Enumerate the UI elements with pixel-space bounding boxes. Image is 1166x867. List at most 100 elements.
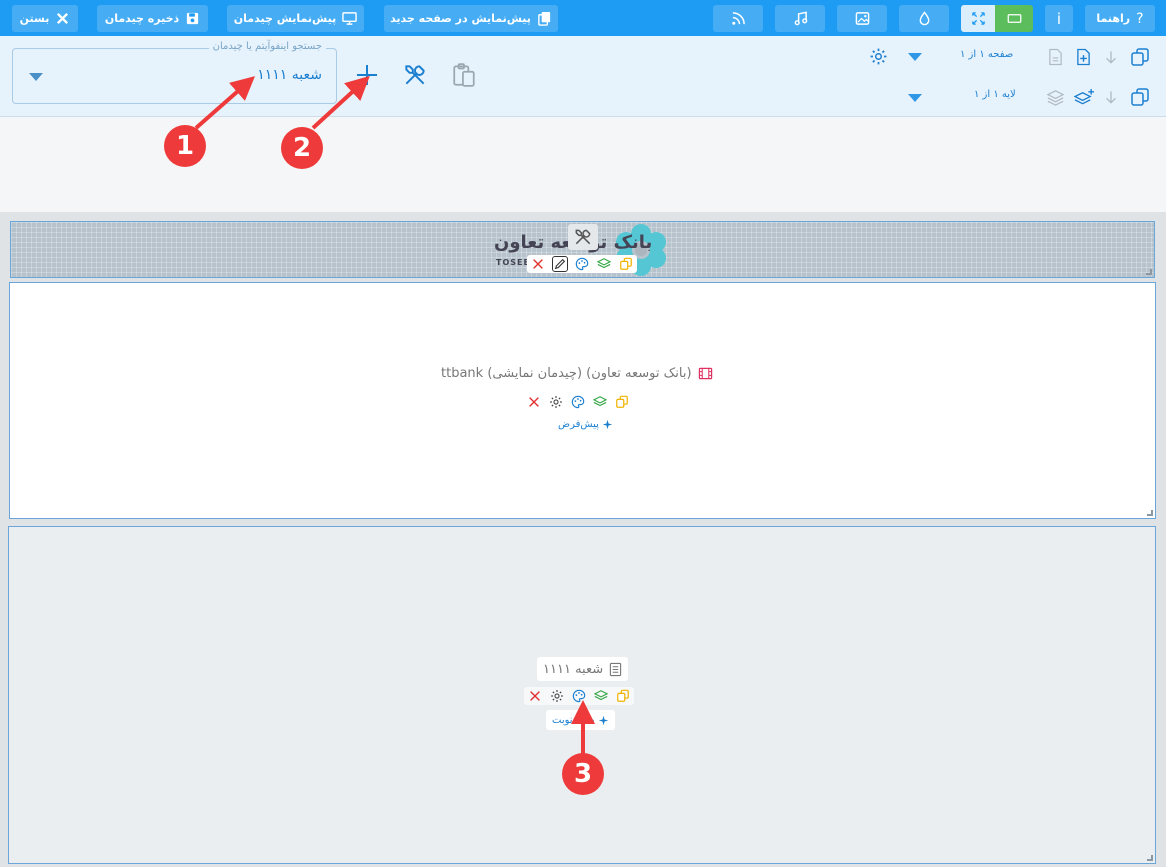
footer-item[interactable]: شعبه ۱۱۱۱ [537, 657, 629, 681]
footer-preset-label: صف نوبت [552, 714, 595, 726]
content-item-label: ttbank (چیدمان نمایشی) (بانک توسعه تعاون… [441, 366, 692, 381]
info-button[interactable]: i [1045, 5, 1073, 32]
sparkle-icon [602, 419, 613, 430]
layers-button[interactable] [593, 688, 609, 704]
preview-new-page-button[interactable]: پیش‌نمایش در صفحه جدید [384, 5, 558, 32]
footer-item-toolbar [524, 687, 634, 705]
sparkle-icon [598, 715, 608, 725]
delete-button[interactable] [527, 688, 543, 704]
copy-icon [1131, 88, 1149, 106]
add-page-icon [1076, 48, 1090, 66]
page-dropdown-caret-icon[interactable] [908, 53, 922, 61]
delete-button[interactable] [530, 256, 546, 272]
layers-icon [593, 396, 607, 407]
fullscreen-toggle[interactable] [961, 5, 995, 32]
close-icon [57, 12, 69, 25]
tools-button[interactable] [401, 61, 429, 89]
add-page-button[interactable] [1074, 47, 1092, 67]
rss-button[interactable] [713, 5, 763, 32]
color-drop-button[interactable] [899, 5, 949, 32]
footer-preset-badge[interactable]: صف نوبت [546, 710, 615, 730]
copy-layer-button[interactable] [1129, 86, 1151, 108]
settings-button[interactable] [548, 394, 564, 410]
style-button[interactable] [574, 256, 590, 272]
page-icon [1048, 48, 1062, 66]
header-item-toolbar [527, 255, 637, 273]
rss-icon [731, 12, 745, 25]
header-tools-button[interactable] [568, 224, 598, 250]
question-icon: ? [1136, 10, 1144, 27]
search-infoitem-field[interactable]: جستجو اینفوآیتم یا چیدمان شعبه ۱۱۱۱ [12, 41, 337, 104]
style-button[interactable] [570, 394, 586, 410]
layers-button[interactable] [1045, 87, 1065, 107]
wrench-screwdriver-icon [405, 65, 425, 85]
expand-icon [971, 12, 985, 25]
layers-icon [1046, 89, 1064, 106]
clipboard-icon [453, 63, 475, 87]
plus-icon [357, 65, 377, 85]
screen-size-toggle[interactable] [995, 5, 1033, 32]
delete-button[interactable] [526, 394, 542, 410]
copy-icon [616, 395, 628, 408]
close-icon [529, 397, 539, 407]
add-layer-button[interactable] [1073, 87, 1095, 107]
resize-handle[interactable] [1146, 269, 1152, 275]
annotation-badge-2: 2 [281, 127, 323, 169]
preview-new-page-label: پیش‌نمایش در صفحه جدید [390, 12, 531, 25]
gear-icon [551, 690, 563, 702]
preview-layout-label: پیش‌نمایش چیدمان [233, 12, 337, 25]
dropdown-caret-icon[interactable] [29, 73, 43, 81]
copy-button[interactable] [614, 394, 630, 410]
save-layout-label: ذخیره چیدمان [104, 12, 180, 25]
paste-button[interactable] [450, 61, 478, 89]
blank-page-button[interactable] [1046, 47, 1064, 67]
gear-icon [550, 396, 562, 408]
close-button[interactable]: بستن [12, 5, 78, 32]
move-layer-down-button[interactable] [1102, 87, 1120, 107]
arrow-down-icon [1106, 90, 1116, 104]
pencil-icon [554, 258, 566, 270]
move-page-down-button[interactable] [1102, 47, 1120, 67]
settings-button[interactable] [549, 688, 565, 704]
film-icon [698, 367, 712, 380]
music-note-icon [794, 11, 807, 26]
palette-icon [571, 395, 585, 409]
save-layout-button[interactable]: ذخیره چیدمان [97, 5, 208, 32]
copy-icon [1131, 48, 1149, 66]
edit-button[interactable] [552, 256, 568, 272]
water-drop-icon [919, 11, 929, 26]
copy-button[interactable] [618, 256, 634, 272]
close-label: بستن [19, 12, 50, 25]
layers-button[interactable] [596, 256, 612, 272]
layers-button[interactable] [592, 394, 608, 410]
content-preset-label: پیش‌فرض [558, 419, 599, 430]
preview-layout-button[interactable]: پیش‌نمایش چیدمان [227, 5, 364, 32]
content-item[interactable]: ttbank (چیدمان نمایشی) (بانک توسعه تعاون… [441, 366, 713, 381]
copy-button[interactable] [615, 688, 631, 704]
style-button[interactable] [571, 688, 587, 704]
image-icon [855, 12, 869, 25]
image-button[interactable] [837, 5, 887, 32]
footer-item-label: شعبه ۱۱۱۱ [543, 661, 604, 677]
gear-icon [870, 48, 886, 64]
layers-icon [594, 690, 608, 701]
arrow-down-icon [1106, 50, 1116, 64]
content-item-toolbar [526, 394, 630, 410]
layer-indicator: لایه ۱ از ۱ [974, 89, 1016, 100]
top-toolbar: بستن ذخیره چیدمان پیش‌نمایش چیدمان پیش‌ن… [0, 0, 1166, 36]
music-button[interactable] [775, 5, 825, 32]
annotation-badge-3: 3 [562, 753, 604, 795]
resize-handle[interactable] [1147, 855, 1153, 861]
layers-icon [597, 258, 611, 269]
palette-icon [575, 257, 589, 271]
resize-handle[interactable] [1147, 510, 1153, 516]
add-layer-icon [1073, 88, 1094, 104]
copy-page-button[interactable] [1129, 46, 1151, 68]
help-button[interactable]: راهنما ? [1085, 5, 1155, 32]
layer-dropdown-caret-icon[interactable] [908, 94, 922, 102]
content-preset-badge[interactable]: پیش‌فرض [558, 419, 613, 430]
page-settings-button[interactable] [868, 46, 888, 66]
floppy-disk-icon [187, 12, 199, 25]
add-item-button[interactable] [354, 62, 380, 88]
copy-icon [617, 689, 629, 702]
